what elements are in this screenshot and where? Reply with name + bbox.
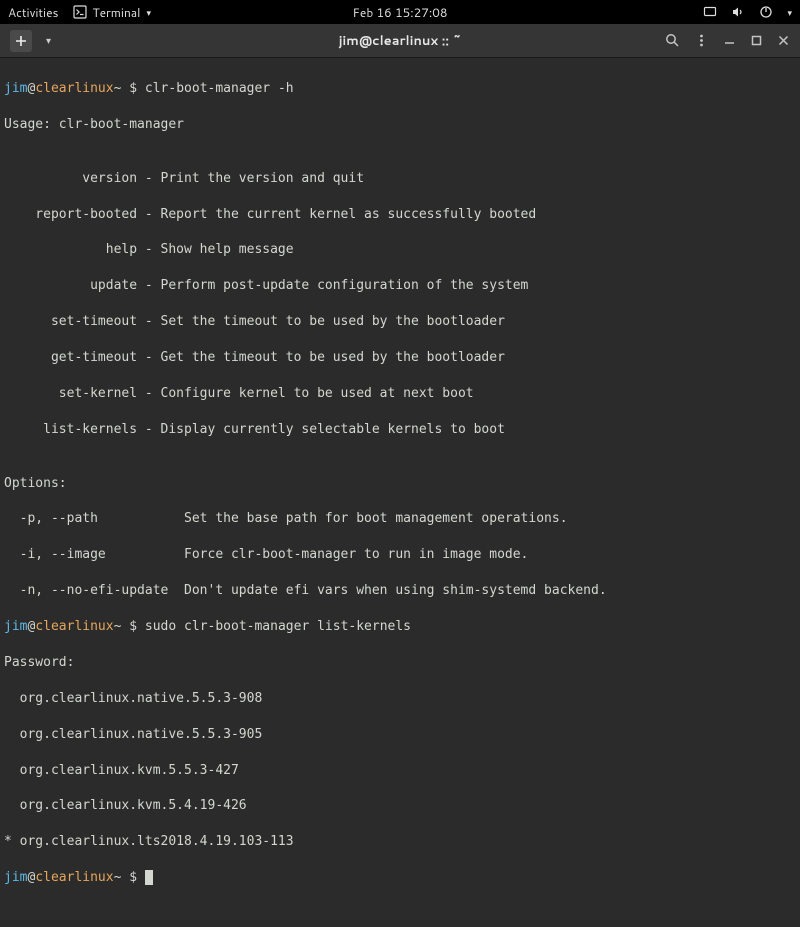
power-icon[interactable]: [759, 5, 773, 19]
output-line: update - Perform post-update configurati…: [4, 277, 796, 295]
new-tab-menu-arrow[interactable]: ▾: [46, 34, 51, 48]
output-line: version - Print the version and quit: [4, 170, 796, 188]
chevron-down-icon: ▾: [146, 6, 151, 19]
output-line: help - Show help message: [4, 241, 796, 259]
search-icon[interactable]: [665, 33, 680, 48]
terminal-viewport[interactable]: jim@clearlinux~ $ clr-boot-manager -h Us…: [0, 58, 800, 927]
activities-button[interactable]: Activities: [8, 4, 59, 21]
prompt-line: jim@clearlinux~ $: [4, 869, 796, 887]
title-bar: ▾ jim@clearlinux :: ~: [0, 24, 800, 58]
maximize-button[interactable]: [750, 34, 763, 47]
output-line: Password:: [4, 654, 796, 672]
minimize-button[interactable]: [723, 34, 736, 47]
output-line: * org.clearlinux.lts2018.4.19.103-113: [4, 833, 796, 851]
output-line: -p, --path Set the base path for boot ma…: [4, 510, 796, 528]
window-title: jim@clearlinux :: ~: [339, 32, 462, 50]
app-menu[interactable]: Terminal ▾: [73, 4, 151, 21]
output-line: -n, --no-efi-update Don't update efi var…: [4, 582, 796, 600]
output-line: Usage: clr-boot-manager: [4, 116, 796, 134]
chevron-down-icon[interactable]: ▾: [787, 6, 792, 19]
cursor: [145, 870, 153, 885]
output-line: Options:: [4, 475, 796, 493]
new-tab-button[interactable]: [10, 30, 32, 52]
command: sudo clr-boot-manager list-kernels: [145, 619, 411, 634]
output-line: org.clearlinux.native.5.5.3-905: [4, 726, 796, 744]
clock[interactable]: Feb 16 15:27:08: [353, 4, 448, 21]
menu-icon[interactable]: [694, 33, 709, 48]
screen-icon[interactable]: [703, 5, 717, 19]
app-menu-label: Terminal: [93, 4, 141, 21]
terminal-window: ▾ jim@clearlinux :: ~ jim@clearlinux~ $ …: [0, 24, 800, 927]
output-line: org.clearlinux.kvm.5.4.19-426: [4, 797, 796, 815]
command: clr-boot-manager -h: [145, 81, 294, 96]
prompt-host: clearlinux: [35, 81, 113, 96]
output-line: org.clearlinux.native.5.5.3-908: [4, 690, 796, 708]
output-line: get-timeout - Get the timeout to be used…: [4, 349, 796, 367]
output-line: set-kernel - Configure kernel to be used…: [4, 385, 796, 403]
prompt-user: jim: [4, 81, 27, 96]
prompt-line: jim@clearlinux~ $ sudo clr-boot-manager …: [4, 618, 796, 636]
gnome-top-bar: Activities Terminal ▾ Feb 16 15:27:08 ▾: [0, 0, 800, 24]
output-line: set-timeout - Set the timeout to be used…: [4, 313, 796, 331]
output-line: -i, --image Force clr-boot-manager to ru…: [4, 546, 796, 564]
prompt-line: jim@clearlinux~ $ clr-boot-manager -h: [4, 80, 796, 98]
plus-icon: [15, 35, 27, 47]
output-line: list-kernels - Display currently selecta…: [4, 421, 796, 439]
output-line: report-booted - Report the current kerne…: [4, 206, 796, 224]
close-button[interactable]: [777, 34, 790, 47]
terminal-icon: [73, 5, 87, 19]
volume-icon[interactable]: [731, 5, 745, 19]
output-line: org.clearlinux.kvm.5.5.3-427: [4, 762, 796, 780]
